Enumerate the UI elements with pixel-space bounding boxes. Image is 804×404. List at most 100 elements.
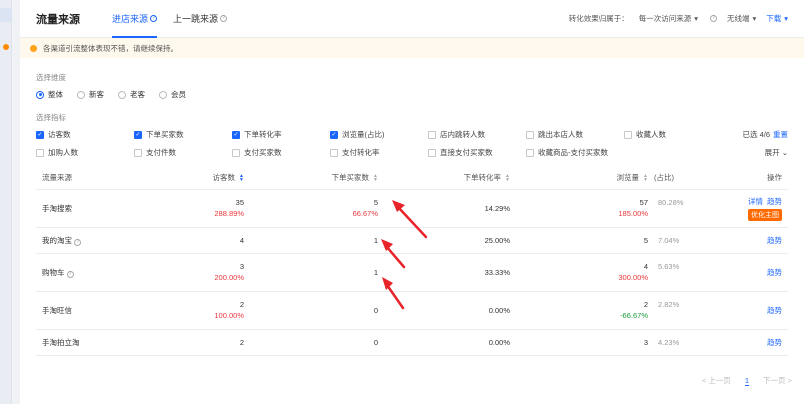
help-icon[interactable]: ? bbox=[220, 15, 228, 22]
trend-link[interactable]: 趋势 bbox=[767, 338, 782, 347]
metric-label: 收藏人数 bbox=[636, 130, 666, 139]
table-row: 购物车? 3 200.00% 1 33.33% 4 300.00% 5.63% 趋势 bbox=[36, 253, 788, 292]
detail-link[interactable]: 详情 bbox=[748, 197, 763, 206]
checkbox-box bbox=[526, 130, 534, 139]
device-select[interactable]: 无线端 ▾ bbox=[727, 13, 756, 24]
metric-label: 下单转化率 bbox=[244, 130, 282, 139]
help-icon[interactable]: ? bbox=[709, 15, 717, 22]
download-button[interactable]: 下载 ▾ bbox=[766, 13, 788, 24]
table-row: 手淘搜索 35 288.89% 5 66.67% 14.29% 57 185.00% … bbox=[36, 189, 788, 228]
metric-checkbox[interactable]: 加购人数 bbox=[36, 147, 78, 158]
metric-checkbox[interactable]: ✓ 浏览量(占比) bbox=[330, 129, 385, 140]
cell-change: 66.67% bbox=[352, 209, 378, 218]
metric-label: 浏览量(占比) bbox=[342, 130, 385, 139]
cell-buyers: 0 bbox=[250, 329, 384, 356]
tab-previous-hop-source[interactable]: 上一跳来源? bbox=[173, 0, 228, 38]
radio-overall[interactable]: 整体 bbox=[36, 89, 63, 100]
metric-checkbox[interactable]: 支付转化率 bbox=[330, 147, 380, 158]
reset-button[interactable]: 重置 bbox=[773, 130, 788, 139]
cell-visitors: 2 bbox=[148, 329, 250, 356]
main-panel: 流量来源 进店来源? 上一跳来源? 转化效果归属于： 每一次访问来源 ▾ ? 无线… bbox=[20, 0, 804, 404]
cell-source: 手淘旺信 bbox=[36, 291, 148, 330]
help-icon[interactable]: ? bbox=[66, 270, 74, 278]
cell-buyers: 1 bbox=[250, 253, 384, 292]
radio-label: 整体 bbox=[48, 90, 63, 99]
page-number[interactable]: 1 bbox=[744, 376, 750, 386]
chevron-down-icon: ▾ bbox=[694, 14, 698, 23]
checkbox-box bbox=[526, 148, 534, 157]
sidebar-active-strip bbox=[0, 8, 12, 22]
trend-link[interactable]: 趋势 bbox=[767, 197, 782, 206]
cell-conversion: 0.00% bbox=[384, 291, 516, 330]
col-header-label: 访客数 bbox=[212, 173, 236, 183]
metric-checkbox[interactable]: ✓ 访客数 bbox=[36, 129, 71, 140]
check-icon: ✓ bbox=[36, 130, 44, 139]
metric-checkbox[interactable]: 店内跳转人数 bbox=[428, 129, 485, 140]
chevron-down-icon: ▾ bbox=[752, 14, 757, 23]
col-header-pageviews[interactable]: 浏览量 ▲ ▼ bbox=[516, 167, 654, 190]
cell-visitors: 3 200.00% bbox=[148, 253, 250, 292]
sort-icon: ▲ ▼ bbox=[643, 173, 648, 184]
prev-page-button[interactable]: < 上一页 bbox=[702, 375, 731, 386]
trend-link[interactable]: 趋势 bbox=[767, 306, 782, 315]
content: 选择维度 整体 新客 老客 会员 选择指标 ✓ 访客数 ✓ 下单买家数 ✓ 下单转化率… bbox=[20, 72, 804, 356]
notice-bar: 各渠道引流整体表现不错，请继续保持。 bbox=[20, 38, 804, 58]
cell-source: 购物车? bbox=[36, 253, 148, 292]
chevron-down-icon: ⌄ bbox=[781, 148, 788, 157]
help-icon[interactable]: ? bbox=[150, 15, 158, 22]
tab-store-entry-source[interactable]: 进店来源? bbox=[112, 0, 158, 38]
metric-checkbox[interactable]: ✓ 下单转化率 bbox=[232, 129, 282, 140]
metric-checkbox[interactable]: ✓ 下单买家数 bbox=[134, 129, 184, 140]
device-value: 无线端 bbox=[726, 14, 750, 23]
metric-label: 跳出本店人数 bbox=[538, 130, 583, 139]
trend-link[interactable]: 趋势 bbox=[767, 268, 782, 277]
radio-label: 会员 bbox=[171, 90, 186, 99]
cell-pageviews: 3 bbox=[516, 329, 654, 356]
expand-button[interactable]: 展开 ⌄ bbox=[765, 147, 788, 158]
next-page-button[interactable]: 下一页 > bbox=[763, 375, 792, 386]
metrics-selected-count: 已选 4/6 重置 bbox=[742, 129, 788, 140]
cell-actions: 趋势 bbox=[716, 291, 788, 330]
attribution-select[interactable]: 每一次访问来源 ▾ bbox=[639, 13, 698, 24]
radio-member[interactable]: 会员 bbox=[159, 89, 186, 100]
cell-actions: 趋势 bbox=[716, 253, 788, 292]
check-icon: ✓ bbox=[330, 130, 338, 139]
metric-checkbox[interactable]: 支付件数 bbox=[134, 147, 176, 158]
left-sidebar bbox=[0, 0, 12, 404]
col-header-label: 浏览量 bbox=[616, 173, 640, 183]
cell-conversion: 33.33% bbox=[384, 253, 516, 292]
radio-returning-customer[interactable]: 老客 bbox=[118, 89, 145, 100]
check-icon: ✓ bbox=[134, 130, 142, 139]
metric-checkbox[interactable]: 收藏商品-支付买家数 bbox=[526, 147, 608, 158]
radio-new-customer[interactable]: 新客 bbox=[77, 89, 104, 100]
radio-label: 老客 bbox=[130, 90, 145, 99]
cell-change: -66.67% bbox=[620, 311, 648, 320]
cell-value: 35 bbox=[235, 198, 244, 207]
metric-checkbox[interactable]: 支付买家数 bbox=[232, 147, 282, 158]
col-header-visitors[interactable]: 访客数 ▲ ▼ bbox=[148, 167, 250, 190]
cell-change: 100.00% bbox=[214, 311, 244, 320]
metric-checkbox[interactable]: 收藏人数 bbox=[624, 129, 666, 140]
col-header-label: 下单买家数 bbox=[331, 173, 370, 183]
checkbox-box bbox=[36, 148, 44, 157]
metric-checkbox[interactable]: 直接支付买家数 bbox=[428, 147, 493, 158]
help-icon[interactable]: ? bbox=[74, 238, 81, 246]
cell-conversion: 14.29% bbox=[384, 189, 516, 228]
cell-share: 4.23% bbox=[654, 329, 716, 356]
cell-value: 4 bbox=[643, 262, 648, 271]
metric-label: 下单买家数 bbox=[146, 130, 184, 139]
metric-checkbox[interactable]: 跳出本店人数 bbox=[526, 129, 583, 140]
table-row: 手淘旺信 2 100.00% 0 0.00% 2 -66.67% 2.82% 趋势 bbox=[36, 291, 788, 330]
radio-circle bbox=[36, 90, 44, 99]
trend-link[interactable]: 趋势 bbox=[767, 236, 782, 245]
cell-value: 5 bbox=[373, 198, 378, 207]
cell-actions: 趋势 bbox=[716, 227, 788, 254]
cell-pageviews: 2 -66.67% bbox=[516, 291, 654, 330]
col-header-conversion[interactable]: 下单转化率 ▲ ▼ bbox=[384, 167, 516, 190]
sidebar-notice-dot bbox=[3, 44, 9, 50]
optimize-main-image-badge[interactable]: 优化主图 bbox=[748, 208, 782, 221]
col-header-buyers[interactable]: 下单买家数 ▲ ▼ bbox=[250, 167, 384, 190]
chevron-down-icon: ▾ bbox=[784, 14, 788, 23]
check-icon: ✓ bbox=[232, 130, 240, 139]
page-title: 流量来源 bbox=[36, 13, 80, 26]
